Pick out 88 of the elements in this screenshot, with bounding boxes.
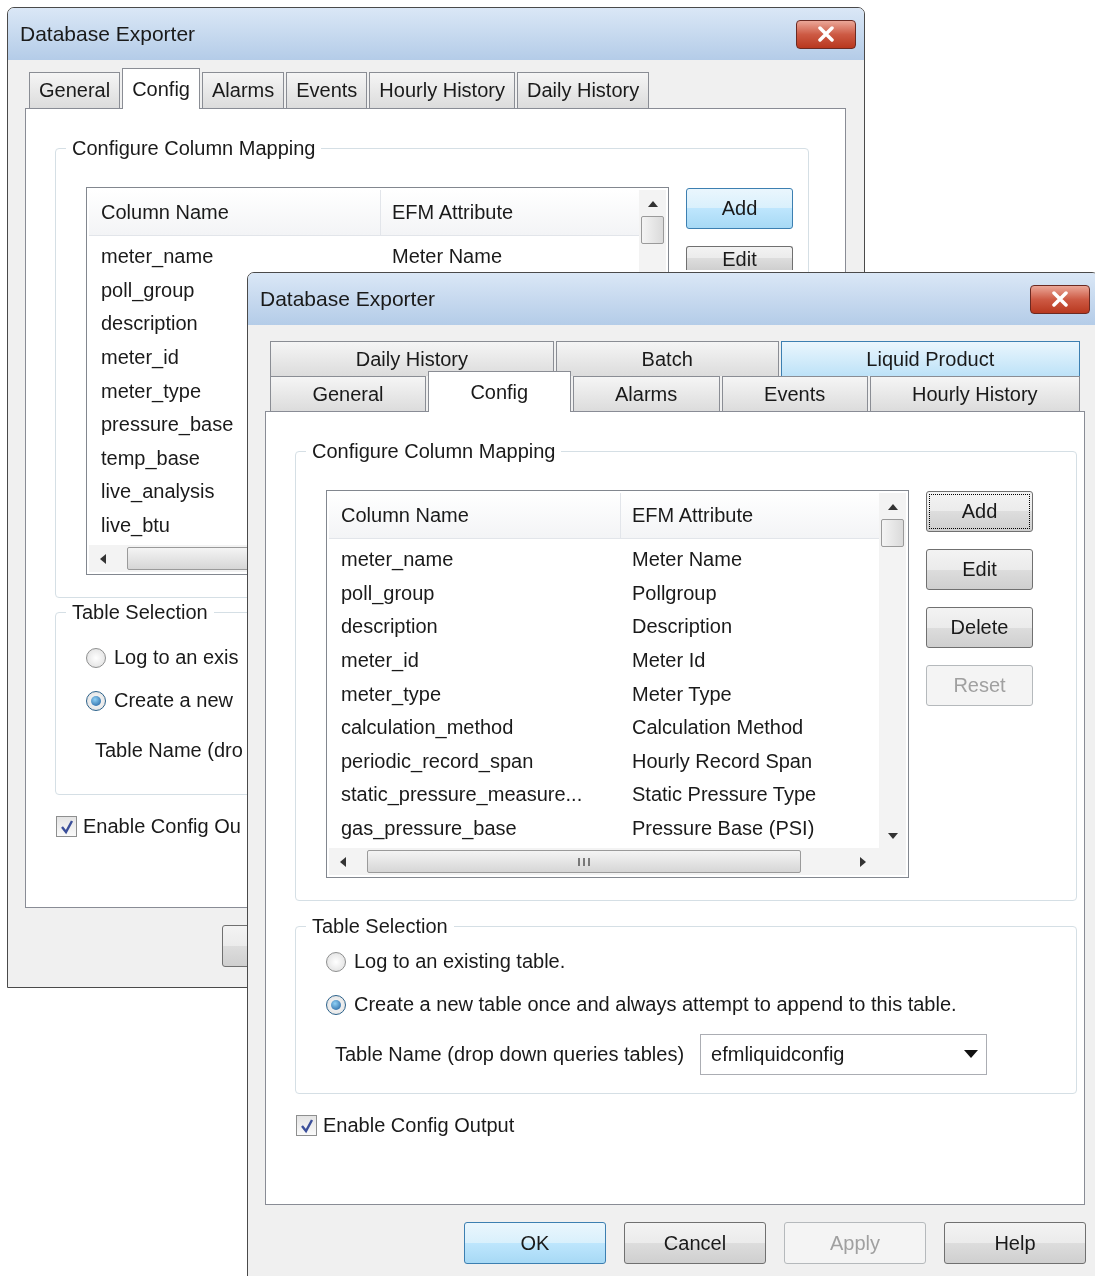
- action-button[interactable]: Edit: [686, 246, 793, 270]
- tab[interactable]: Batch: [555, 341, 779, 376]
- table-cell: live_btu: [101, 514, 170, 537]
- tab[interactable]: Config: [122, 68, 200, 109]
- left-arrow-icon[interactable]: [99, 552, 107, 565]
- tab[interactable]: Events: [286, 72, 368, 108]
- radio-label[interactable]: Log to an exis: [114, 646, 239, 669]
- up-arrow-icon[interactable]: [646, 200, 659, 208]
- checkbox-label[interactable]: Enable Config Ou: [83, 815, 241, 838]
- radio-label[interactable]: Log to an existing table.: [354, 950, 566, 973]
- table-cell: Hourly Record Span: [632, 749, 813, 772]
- action-button[interactable]: Delete: [926, 607, 1033, 648]
- action-button[interactable]: Add: [926, 491, 1033, 532]
- table-cell: calculation_method: [341, 716, 514, 739]
- table-cell: poll_group: [341, 581, 435, 604]
- down-arrow-icon[interactable]: [886, 832, 899, 840]
- table-cell: Meter Type: [632, 682, 732, 705]
- table-cell: pressure_base: [101, 413, 234, 436]
- close-button[interactable]: [796, 19, 856, 49]
- table-cell: Meter Id: [632, 649, 706, 672]
- table-cell: static_pressure_measure...: [341, 783, 583, 806]
- tab[interactable]: Liquid Product: [780, 341, 1080, 376]
- scroll-thumb[interactable]: [881, 519, 904, 547]
- radio-button[interactable]: [86, 647, 106, 668]
- horizontal-scrollbar[interactable]: [329, 848, 879, 875]
- field-label: Table Name (drop down queries tables): [335, 1042, 685, 1066]
- radio-button[interactable]: [326, 994, 346, 1015]
- left-arrow-icon[interactable]: [339, 855, 347, 868]
- table-cell: Meter Name: [632, 548, 743, 571]
- tab[interactable]: General: [29, 72, 121, 108]
- table-cell: live_analysis: [101, 480, 215, 503]
- tab[interactable]: Hourly History: [869, 376, 1080, 411]
- table-cell: meter_name: [341, 548, 454, 571]
- column-header[interactable]: EFM Attribute: [381, 190, 514, 235]
- table-cell: Pollgroup: [632, 581, 717, 604]
- grip-icon: [577, 856, 591, 867]
- radio-button[interactable]: [86, 690, 106, 711]
- table-cell: meter_id: [341, 649, 419, 672]
- table-cell: meter_type: [101, 379, 202, 402]
- radio-label[interactable]: Create a new table once and always attempt to append to this table.: [354, 993, 957, 1016]
- checkbox[interactable]: [296, 1115, 317, 1136]
- tab[interactable]: Daily History: [516, 72, 650, 108]
- table-cell: meter_type: [341, 682, 442, 705]
- table-cell: description: [101, 312, 198, 335]
- table-cell: Pressure Base (PSI): [632, 817, 815, 840]
- table-cell: gas_pressure_base: [341, 817, 517, 840]
- action-button[interactable]: Edit: [926, 549, 1033, 590]
- checkbox-label[interactable]: Enable Config Output: [323, 1114, 515, 1137]
- table-cell: temp_base: [101, 446, 200, 469]
- tab[interactable]: Alarms: [572, 376, 720, 411]
- tab[interactable]: Config: [427, 371, 571, 412]
- vertical-scrollbar[interactable]: [879, 493, 906, 848]
- table-cell: Meter Name: [392, 245, 503, 268]
- column-header[interactable]: EFM Attribute: [621, 493, 754, 538]
- action-button[interactable]: Add: [686, 188, 793, 229]
- close-icon: [816, 26, 836, 42]
- tab[interactable]: General: [270, 376, 426, 411]
- field-label: Table Name (dro: [95, 738, 243, 762]
- dialog-button[interactable]: OK: [464, 1222, 606, 1264]
- table-cell: description: [341, 615, 438, 638]
- table-name-dropdown[interactable]: efmliquidconfig: [700, 1033, 988, 1075]
- column-header[interactable]: Column Name: [89, 190, 381, 235]
- radio-button[interactable]: [326, 951, 346, 972]
- table-cell: poll_group: [101, 278, 195, 301]
- radio-label[interactable]: Create a new: [114, 689, 233, 712]
- close-button[interactable]: [1030, 284, 1090, 314]
- scroll-thumb[interactable]: [641, 216, 664, 244]
- tab[interactable]: Daily History: [270, 341, 554, 376]
- right-arrow-icon[interactable]: [859, 855, 867, 868]
- up-arrow-icon[interactable]: [886, 503, 899, 511]
- table-cell: Description: [632, 615, 733, 638]
- window-title: Database Exporter: [260, 287, 436, 311]
- table-cell: meter_id: [101, 346, 179, 369]
- table-cell: Calculation Method: [632, 716, 804, 739]
- tab[interactable]: Alarms: [201, 72, 285, 108]
- dialog-button[interactable]: Help: [944, 1222, 1086, 1264]
- dialog-button[interactable]: Cancel: [624, 1222, 766, 1264]
- tab[interactable]: Events: [721, 376, 868, 411]
- table-cell: Static Pressure Type: [632, 783, 817, 806]
- caret-icon: [964, 1050, 979, 1058]
- tab[interactable]: Hourly History: [369, 72, 515, 108]
- scroll-thumb[interactable]: [367, 850, 801, 873]
- column-header[interactable]: Column Name: [329, 493, 621, 538]
- table-cell: periodic_record_span: [341, 749, 534, 772]
- table-cell: meter_name: [101, 245, 214, 268]
- window-title: Database Exporter: [20, 22, 196, 46]
- checkbox[interactable]: [56, 816, 77, 837]
- close-icon: [1050, 291, 1070, 307]
